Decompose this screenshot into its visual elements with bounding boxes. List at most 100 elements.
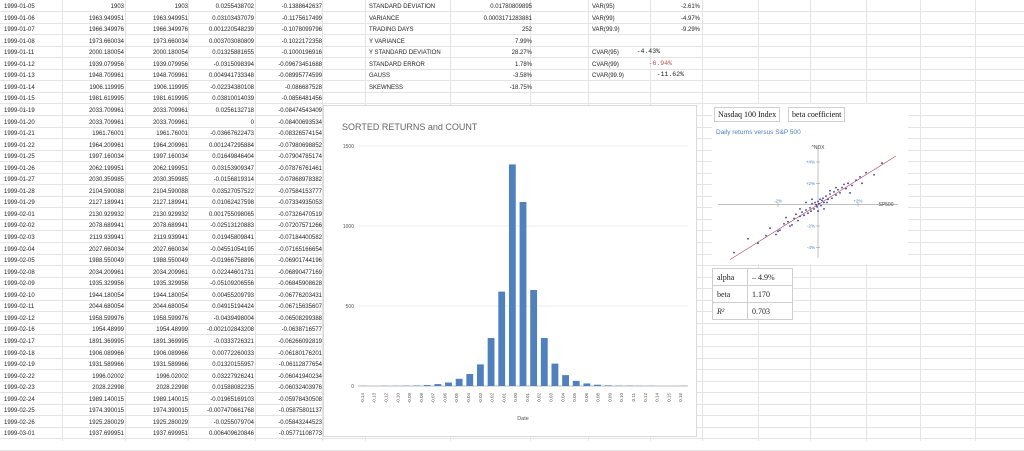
return-cell[interactable]: 0.03103437079 [186,15,254,23]
sorted-return-cell[interactable]: -0.05771108773 [254,430,322,438]
open-cell[interactable]: 2078.689941 [60,222,124,230]
close-cell[interactable]: 2044.680054 [124,303,188,311]
return-cell[interactable]: 0.004941733348 [186,72,254,80]
sorted-return-cell[interactable]: -0.06845908628 [254,280,322,288]
open-cell[interactable]: 1961.76001 [60,130,124,138]
close-cell[interactable]: 2104.590088 [124,188,188,196]
stats-value[interactable]: 0.01780809895 [450,3,532,11]
open-cell[interactable]: 2033.709961 [60,119,124,127]
sorted-return-cell[interactable]: -0.06901744196 [254,257,322,265]
var-value[interactable]: -2.61% [640,3,700,11]
sorted-return-cell[interactable]: -0.06508299388 [254,315,322,323]
sorted-return-cell[interactable]: -0.07334935053 [254,199,322,207]
return-cell[interactable]: 0.04915194424 [186,303,254,311]
date-cell[interactable]: 1999-02-19 [4,361,60,369]
return-cell[interactable]: -0.0333726321 [186,338,254,346]
stats-value[interactable]: -3.58% [450,72,532,80]
date-cell[interactable]: 1999-02-09 [4,280,60,288]
date-cell[interactable]: 1999-01-06 [4,15,60,23]
return-cell[interactable]: 0.03153909347 [186,165,254,173]
date-cell[interactable]: 1999-02-18 [4,350,60,358]
close-cell[interactable]: 1944.180054 [124,292,188,300]
close-cell[interactable]: 1939.079956 [124,61,188,69]
sorted-return-cell[interactable]: -0.1388642637 [254,3,322,11]
sorted-return-cell[interactable]: -0.09673451688 [254,61,322,69]
var-value[interactable]: -4.97% [640,15,700,23]
open-cell[interactable]: 1973.660034 [60,38,124,46]
stats-label[interactable]: TRADING DAYS [369,26,414,34]
open-cell[interactable]: 2033.709961 [60,107,124,115]
date-cell[interactable]: 1999-02-11 [4,303,60,311]
close-cell[interactable]: 1989.140015 [124,396,188,404]
close-cell[interactable]: 1966.349976 [124,26,188,34]
open-cell[interactable]: 1996.02002 [60,373,124,381]
open-cell[interactable]: 1931.589966 [60,361,124,369]
return-cell[interactable]: -0.02234380108 [186,84,254,92]
close-cell[interactable]: 2033.709961 [124,119,188,127]
tab-nasdaq-100-index[interactable]: Nasdaq 100 Index [714,107,780,122]
return-cell[interactable]: -0.0315098394 [186,61,254,69]
return-cell[interactable]: 0.001755098065 [186,211,254,219]
return-cell[interactable]: 0 [186,119,254,127]
date-cell[interactable]: 1999-02-22 [4,373,60,381]
cvar-value[interactable]: -11.62% [644,71,684,79]
date-cell[interactable]: 1999-01-25 [4,153,60,161]
open-cell[interactable]: 2034.209961 [60,269,124,277]
open-cell[interactable]: 1891.369995 [60,338,124,346]
return-cell[interactable]: 0.01588082235 [186,384,254,392]
date-cell[interactable]: 1999-02-05 [4,257,60,265]
date-cell[interactable]: 1999-01-19 [4,107,60,115]
date-cell[interactable]: 1999-01-12 [4,61,60,69]
close-cell[interactable]: 2127.189941 [124,199,188,207]
close-cell[interactable]: 2030.359985 [124,176,188,184]
close-cell[interactable]: 1958.599976 [124,315,188,323]
close-cell[interactable]: 2062.199951 [124,165,188,173]
stats-label[interactable]: SKEWNESS [369,84,403,92]
cvar-label[interactable]: CVAR(99.9) [592,72,624,80]
return-cell[interactable]: -0.0156819314 [186,176,254,184]
close-cell[interactable]: 2034.209961 [124,269,188,277]
return-cell[interactable]: 0.03810014039 [186,95,254,103]
sorted-return-cell[interactable]: -0.1000196916 [254,49,322,57]
sorted-return-cell[interactable]: -0.0638716577 [254,326,322,334]
sorted-return-cell[interactable]: -0.07165166654 [254,246,322,254]
close-cell[interactable]: 2000.180054 [124,49,188,57]
return-cell[interactable]: 0.01320155957 [186,361,254,369]
sorted-return-cell[interactable]: -0.05843244523 [254,419,322,427]
date-cell[interactable]: 1999-01-14 [4,84,60,92]
return-cell[interactable]: 0.0256132718 [186,107,254,115]
return-cell[interactable]: -0.002102843208 [186,326,254,334]
sorted-return-cell[interactable]: -0.06112877654 [254,361,322,369]
return-cell[interactable]: 0.00772260033 [186,350,254,358]
close-cell[interactable]: 1906.089966 [124,350,188,358]
sorted-return-cell[interactable]: -0.07326470519 [254,211,322,219]
close-cell[interactable]: 1961.76001 [124,130,188,138]
open-cell[interactable]: 1988.550049 [60,257,124,265]
cvar-label[interactable]: CVAR(95) [592,49,619,57]
date-cell[interactable]: 1999-02-25 [4,407,60,415]
close-cell[interactable]: 2027.660034 [124,246,188,254]
date-cell[interactable]: 1999-03-01 [4,430,60,438]
stats-label[interactable]: STANDARD DEVIATION [369,3,435,11]
sorted-return-cell[interactable]: -0.07876761461 [254,165,322,173]
open-cell[interactable]: 1964.209961 [60,142,124,150]
open-cell[interactable]: 1981.619995 [60,95,124,103]
sorted-return-cell[interactable]: -0.086687528 [254,84,322,92]
date-cell[interactable]: 1999-02-23 [4,384,60,392]
close-cell[interactable]: 1964.209961 [124,142,188,150]
date-cell[interactable]: 1999-02-12 [4,315,60,323]
stats-value[interactable]: 1.78% [450,61,532,69]
cvar-value[interactable]: -4.43% [620,48,660,56]
close-cell[interactable]: 1925.280029 [124,419,188,427]
sorted-return-cell[interactable]: -0.1175617499 [254,15,322,23]
date-cell[interactable]: 1999-02-02 [4,222,60,230]
return-cell[interactable]: -0.02513120883 [186,222,254,230]
cvar-label[interactable]: CVAR(99) [592,61,619,69]
open-cell[interactable]: 2000.180054 [60,49,124,57]
return-cell[interactable]: -0.0255079704 [186,419,254,427]
open-cell[interactable]: 1937.699951 [60,430,124,438]
close-cell[interactable]: 2033.709961 [124,107,188,115]
close-cell[interactable]: 1948.709961 [124,72,188,80]
stats-value[interactable]: 252 [450,26,532,34]
return-cell[interactable]: 0.03527057522 [186,188,254,196]
